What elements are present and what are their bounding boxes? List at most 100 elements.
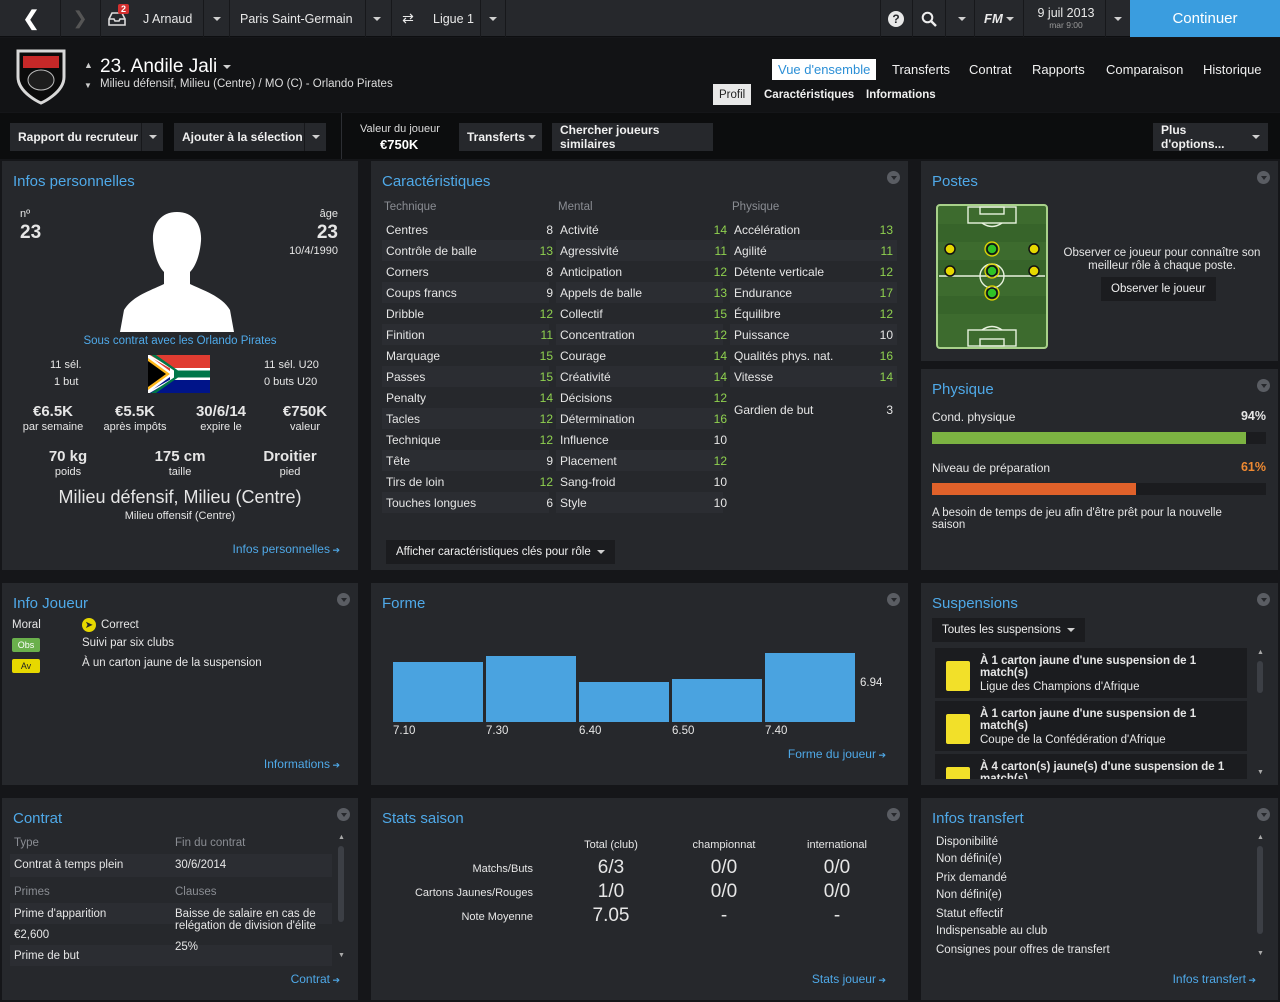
attribute-value: 14 <box>539 391 553 405</box>
competition-dropdown[interactable] <box>484 0 502 37</box>
scroll-up-icon[interactable]: ▲ <box>1257 649 1264 656</box>
suspension-item[interactable]: À 1 carton jaune d'une suspension de 1 m… <box>935 701 1247 751</box>
observe-player-button[interactable]: Observer le joueur <box>1101 277 1216 301</box>
attribute-row: Anticipation 12 <box>556 261 727 282</box>
attribute-name: Appels de balle <box>560 286 643 300</box>
key-attributes-button[interactable]: Afficher caractéristiques clés pour rôle <box>386 540 616 564</box>
form-bar[interactable] <box>765 653 855 722</box>
next-player-arrow-icon[interactable]: ▼ <box>84 81 92 90</box>
previous-player-arrow-icon[interactable]: ▲ <box>84 60 93 70</box>
club-dropdown[interactable] <box>368 0 386 37</box>
attribute-name: Influence <box>560 433 609 447</box>
fm-menu[interactable]: FM <box>984 0 1015 37</box>
continue-button[interactable]: Continuer <box>1130 0 1280 37</box>
information-link[interactable]: Informations <box>264 757 340 771</box>
more-options-button[interactable]: Plus d'options... <box>1153 123 1268 151</box>
scout-report-button[interactable]: Rapport du recruteur <box>10 123 163 151</box>
suspensions-scrollbar[interactable] <box>1257 661 1263 693</box>
scroll-down-icon[interactable]: ▼ <box>1257 769 1264 776</box>
scroll-down-icon[interactable]: ▼ <box>338 952 345 959</box>
suspension-item[interactable]: À 4 carton(s) jaune(s) d'une suspension … <box>935 754 1247 779</box>
suspensions-menu-icon[interactable] <box>1257 593 1270 606</box>
attribute-value: 15 <box>713 307 727 321</box>
transfers-button[interactable]: Transferts <box>459 123 542 151</box>
attribute-name: Accélération <box>734 223 801 237</box>
transfer-info-scrollbar[interactable] <box>1257 846 1263 934</box>
swap-icon[interactable]: ⇄ <box>398 0 418 37</box>
form-bar[interactable] <box>579 682 669 722</box>
back-arrow-icon[interactable]: ❮ <box>18 0 44 37</box>
transfer-info-link[interactable]: Infos transfert <box>1173 972 1256 986</box>
competition-name[interactable]: Ligue 1 <box>433 0 474 37</box>
player-form-link[interactable]: Forme du joueur <box>788 747 886 761</box>
contract-scrollbar[interactable] <box>338 846 344 922</box>
tab-contract[interactable]: Contrat <box>963 59 1018 80</box>
search-button[interactable] <box>920 0 938 37</box>
attribute-row: Sang-froid 10 <box>556 471 727 492</box>
attribute-name: Tête <box>386 454 411 468</box>
forward-arrow-icon[interactable]: ❯ <box>70 0 90 37</box>
inbox-button[interactable]: 2 <box>108 0 132 37</box>
scroll-down-icon[interactable]: ▼ <box>1257 950 1264 957</box>
obs-text: Suivi par six clubs <box>82 637 175 649</box>
fitness-note: A besoin de temps de jeu afin d'être prê… <box>932 507 1222 531</box>
club-name[interactable]: Paris Saint-Germain <box>240 0 353 37</box>
attribute-name: Finition <box>386 328 425 342</box>
contract-link[interactable]: Contrat <box>291 972 340 986</box>
transfer-info-menu-icon[interactable] <box>1257 808 1270 821</box>
form-bar[interactable] <box>672 679 762 722</box>
attribute-name: Activité <box>560 223 599 237</box>
chevron-down-icon <box>373 16 381 21</box>
player-name[interactable]: 23. Andile Jali <box>100 56 231 78</box>
stats-col-total: Total (club) <box>584 839 638 851</box>
suspension-item[interactable]: À 1 carton jaune d'une suspension de 1 m… <box>935 648 1247 698</box>
season-stats-menu-icon[interactable] <box>887 808 900 821</box>
technical-column: Technique Centres 8 Contrôle de balle 13 Cor… <box>382 201 553 513</box>
contract-club-link[interactable]: Sous contrat avec les Orlando Pirates <box>2 335 358 347</box>
attribute-value: 8 <box>546 223 553 237</box>
physical-menu-icon[interactable] <box>1257 379 1270 392</box>
tab-transfers[interactable]: Transferts <box>886 59 956 80</box>
scroll-up-icon[interactable]: ▲ <box>338 834 345 841</box>
form-bar[interactable] <box>486 656 576 722</box>
attribute-name: Placement <box>560 454 617 468</box>
attribute-value: 10 <box>713 496 727 510</box>
personal-info-link[interactable]: Infos personnelles <box>233 542 340 556</box>
manager-dropdown[interactable] <box>208 0 226 37</box>
appearance-bonus-label: Prime d'apparition <box>14 908 107 920</box>
contract-expiry-label: expire le <box>200 421 242 433</box>
positions-menu-icon[interactable] <box>1257 171 1270 184</box>
attributes-menu-icon[interactable] <box>887 171 900 184</box>
tab-reports[interactable]: Rapports <box>1026 59 1091 80</box>
attribute-row: Agilité 11 <box>730 240 897 261</box>
add-to-shortlist-button[interactable]: Ajouter à la sélection <box>174 123 326 151</box>
positions-panel: Postes Observer ce joueur pour connaître… <box>921 161 1278 361</box>
subtab-profile[interactable]: Profil <box>713 84 752 105</box>
scroll-up-icon[interactable]: ▲ <box>1257 834 1264 841</box>
tab-overview[interactable]: Vue d'ensemble <box>772 59 877 80</box>
help-icon: ? <box>888 10 904 27</box>
find-similar-players-button[interactable]: Chercher joueurs similaires <box>552 123 713 151</box>
manager-name[interactable]: J Arnaud <box>143 0 192 37</box>
technical-list: Centres 8 Contrôle de balle 13 Corners 8 Coups… <box>382 219 553 513</box>
player-stats-link[interactable]: Stats joueur <box>812 972 886 986</box>
contract-menu-icon[interactable] <box>337 808 350 821</box>
subtab-information[interactable]: Informations <box>860 84 942 105</box>
help-button[interactable]: ? <box>887 0 905 37</box>
game-date[interactable]: 9 juil 2013 mar 9:00 <box>1030 0 1102 37</box>
attribute-name: Qualités phys. nat. <box>734 349 834 363</box>
international-caps: 11 sél. <box>50 359 82 371</box>
transfer-offer-instructions[interactable]: Consignes pour offres de transfert <box>936 944 1110 956</box>
subtab-attributes[interactable]: Caractéristiques <box>758 84 860 105</box>
player-info-menu-icon[interactable] <box>337 593 350 606</box>
date-dropdown[interactable] <box>1110 0 1126 37</box>
contract-type: Contrat à temps plein <box>14 859 124 871</box>
physical-panel: Physique Cond. physique 94% Niveau de pr… <box>921 369 1278 570</box>
yellow-card-icon <box>946 714 970 744</box>
search-dropdown[interactable] <box>953 0 971 37</box>
form-bar-label: 7.30 <box>486 725 508 737</box>
tab-history[interactable]: Historique <box>1197 59 1268 80</box>
tab-comparison[interactable]: Comparaison <box>1100 59 1189 80</box>
form-bar[interactable] <box>393 662 483 722</box>
suspensions-filter-dropdown[interactable]: Toutes les suspensions <box>932 618 1086 642</box>
